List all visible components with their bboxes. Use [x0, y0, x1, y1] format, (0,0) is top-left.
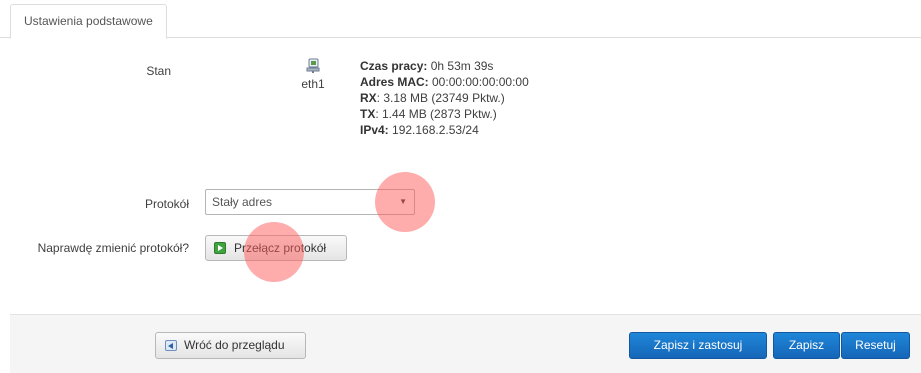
click-highlight-marker [244, 222, 304, 282]
change-protocol-label: Naprawdę zmienić protokół? [37, 241, 189, 255]
rx-row: RX: 3.18 MB (23749 Pktw.) [360, 90, 529, 106]
tx-row: TX: 1.44 MB (2873 Pktw.) [360, 106, 529, 122]
tx-label: TX [360, 107, 376, 121]
tx-value: : 1.44 MB (2873 Pktw.) [375, 107, 497, 121]
back-button-label: Wróć do przeglądu [184, 338, 285, 352]
uptime-row: Czas pracy: 0h 53m 39s [360, 58, 529, 74]
ipv4-row: IPv4: 192.168.2.53/24 [360, 122, 529, 138]
interface-stats: Czas pracy: 0h 53m 39s Adres MAC: 00:00:… [360, 58, 529, 138]
interface-name: eth1 [301, 77, 325, 91]
save-apply-button[interactable]: Zapisz i zastosuj [629, 332, 767, 359]
status-label: Stan [146, 64, 171, 78]
ethernet-icon [306, 58, 320, 73]
tab-basic-settings[interactable]: Ustawienia podstawowe [10, 4, 167, 39]
click-highlight-marker [375, 172, 435, 232]
back-arrow-icon [165, 340, 177, 351]
mac-label: Adres MAC: [360, 75, 429, 89]
reset-button[interactable]: Resetuj [841, 332, 910, 359]
ipv4-value: 192.168.2.53/24 [388, 123, 479, 137]
tab-bar: Ustawienia podstawowe [0, 0, 921, 39]
action-footer: Wróć do przeglądu Zapisz i zastosuj Zapi… [10, 314, 921, 373]
play-icon [214, 242, 226, 254]
mac-row: Adres MAC: 00:00:00:00:00:00 [360, 74, 529, 90]
uptime-label: Czas pracy: [360, 59, 428, 73]
back-to-overview-button[interactable]: Wróć do przeglądu [155, 332, 306, 359]
protocol-selected-value: Stały adres [212, 195, 273, 209]
rx-label: RX [360, 91, 377, 105]
uptime-value: 0h 53m 39s [427, 59, 494, 73]
interface-badge: eth1 [298, 58, 328, 91]
mac-value: 00:00:00:00:00:00 [428, 75, 529, 89]
protocol-label: Protokół [144, 197, 189, 211]
ipv4-label: IPv4: [360, 123, 389, 137]
save-button[interactable]: Zapisz [773, 332, 840, 359]
rx-value: : 3.18 MB (23749 Pktw.) [376, 91, 505, 105]
